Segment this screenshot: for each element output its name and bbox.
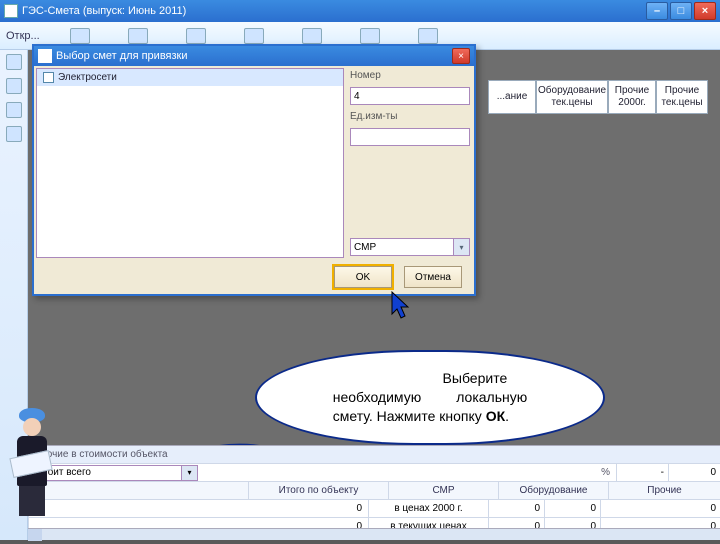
chevron-down-icon[interactable]: ▾ <box>454 238 470 256</box>
toolbar-btn-6[interactable] <box>352 28 388 44</box>
estimate-list[interactable]: Электросети <box>36 68 344 258</box>
list-item[interactable]: Электросети <box>37 69 343 86</box>
totals-row-1: 0 в ценах 2000 г. 0 0 0 <box>28 500 720 518</box>
doc-icon <box>70 28 90 44</box>
maximize-button[interactable]: □ <box>670 2 692 20</box>
col-header-1[interactable]: ...ание <box>488 80 536 114</box>
list-item-label: Электросети <box>58 72 117 83</box>
checkbox-icon[interactable] <box>43 72 54 83</box>
units-label: Ед.изм-ты <box>350 111 470 122</box>
grid-column-headers: ...ание Оборудование тек.цены Прочие 200… <box>488 80 714 114</box>
number-input[interactable] <box>350 87 470 105</box>
dialog-button-row: OK Отмена <box>34 260 474 294</box>
col-header-4[interactable]: Прочие тек.цены <box>656 80 708 114</box>
select-estimate-dialog: Выбор смет для привязки × Электросети Но… <box>32 44 476 296</box>
table-icon <box>244 28 264 44</box>
dialog-title: Выбор смет для привязки <box>56 50 188 62</box>
bottom-panel: Прочие в стоимости объекта ▾ % - 0 Итого… <box>28 445 720 540</box>
toolbar-btn-3[interactable] <box>178 28 214 44</box>
dialog-close-button[interactable]: × <box>452 48 470 64</box>
window-title: ГЭС-Смета (выпуск: Июнь 2011) <box>22 5 186 17</box>
col-header-3[interactable]: Прочие 2000г. <box>608 80 656 114</box>
cancel-button[interactable]: Отмена <box>404 266 462 288</box>
dialog-body: Электросети Номер Ед.изм-ты ▾ <box>34 66 474 260</box>
side-btn-3[interactable] <box>6 102 22 118</box>
percent-val-1: - <box>616 464 668 481</box>
toolbar-btn-5[interactable] <box>294 28 330 44</box>
tree-icon <box>186 28 206 44</box>
dialog-side-panel: Номер Ед.изм-ты ▾ <box>344 68 472 258</box>
minimize-button[interactable]: – <box>646 2 668 20</box>
units-input[interactable] <box>350 128 470 146</box>
col-other: Прочие <box>608 482 720 499</box>
row1-label: в ценах 2000 г. <box>368 500 488 517</box>
totals-header-row: Итого по объекту СМР Оборудование Прочие <box>28 482 720 500</box>
side-btn-2[interactable] <box>6 78 22 94</box>
dialog-icon <box>38 49 52 63</box>
col-total: Итого по объекту <box>248 482 388 499</box>
close-button[interactable]: × <box>694 2 716 20</box>
side-btn-1[interactable] <box>6 54 22 70</box>
type-combo-input[interactable] <box>350 238 454 256</box>
toolbar-btn-2[interactable] <box>120 28 156 44</box>
percent-val-2: 0 <box>668 464 720 481</box>
open-label[interactable]: Откр... <box>6 30 40 42</box>
settings-icon <box>418 28 438 44</box>
col-equip: Оборудование <box>498 482 608 499</box>
col-smr: СМР <box>388 482 498 499</box>
dialog-titlebar[interactable]: Выбор смет для привязки × <box>34 46 474 66</box>
scroll-left-button[interactable] <box>28 529 42 541</box>
hint-text: Выберите необходимую локальную смету. На… <box>333 369 528 426</box>
ok-button[interactable]: OK <box>334 266 392 288</box>
col-header-2[interactable]: Оборудование тек.цены <box>536 80 608 114</box>
network-icon <box>128 28 148 44</box>
bottom-combo-row: ▾ % - 0 <box>28 464 720 482</box>
bottom-heading-row: Прочие в стоимости объекта <box>28 446 720 464</box>
car-icon <box>302 28 322 44</box>
type-combo[interactable]: ▾ <box>350 238 470 256</box>
side-btn-4[interactable] <box>6 126 22 142</box>
number-label: Номер <box>350 70 470 81</box>
hint-bubble: Выберите необходимую локальную смету. На… <box>255 350 605 445</box>
toolbar-btn-4[interactable] <box>236 28 272 44</box>
percent-label: % <box>595 467 616 478</box>
horizontal-scrollbar[interactable] <box>28 528 720 540</box>
toolbar-btn-7[interactable] <box>410 28 446 44</box>
print-icon <box>360 28 380 44</box>
app-icon <box>4 4 18 18</box>
toolbar-btn-1[interactable] <box>62 28 98 44</box>
assistant-avatar <box>2 408 62 518</box>
main-window-titlebar: ГЭС-Смета (выпуск: Июнь 2011) – □ × <box>0 0 720 22</box>
blueprint-icon <box>9 450 52 478</box>
chevron-down-icon[interactable]: ▾ <box>182 465 198 481</box>
